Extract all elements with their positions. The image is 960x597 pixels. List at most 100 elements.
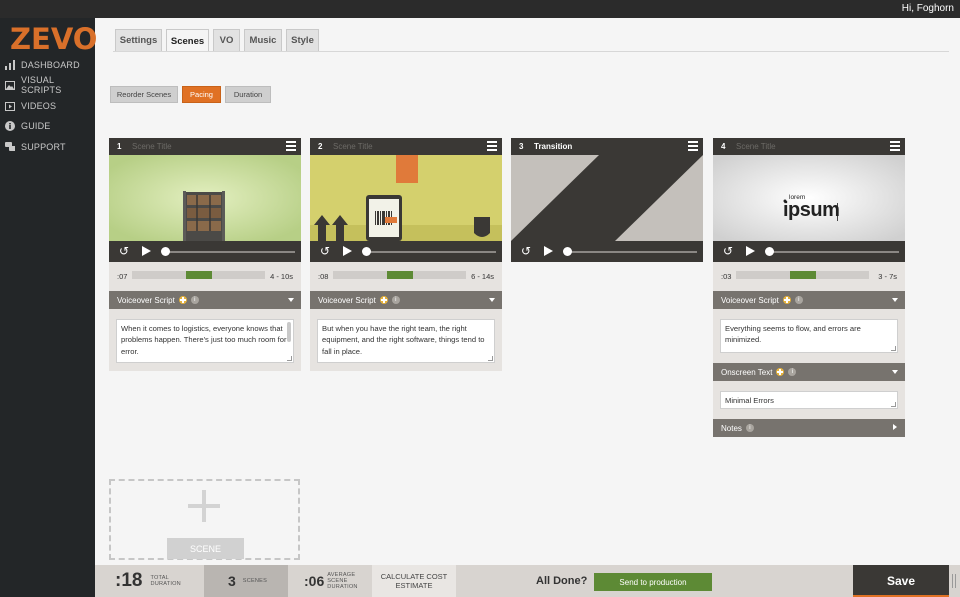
scene-time: :03 (721, 272, 732, 281)
voiceover-script-header[interactable]: Voiceover Script i (310, 291, 502, 309)
pacing-button[interactable]: Pacing (182, 86, 221, 103)
sidebar-item-dashboard[interactable]: DASHBOARD (5, 57, 80, 73)
resize-handle-icon[interactable] (891, 402, 896, 407)
scene-thumbnail[interactable] (511, 155, 703, 241)
hamburger-menu-icon[interactable] (487, 141, 497, 151)
sidebar-item-label: GUIDE (21, 121, 51, 131)
add-scene-button[interactable]: SCENE (167, 538, 244, 559)
scene-thumbnail[interactable] (310, 155, 502, 241)
play-icon[interactable] (142, 246, 151, 256)
scrub-track[interactable] (566, 251, 697, 253)
info-icon[interactable]: i (190, 296, 199, 304)
pacing-row: :07 4 - 10s (109, 262, 301, 291)
scrub-knob[interactable] (563, 247, 572, 256)
hamburger-menu-icon[interactable] (688, 141, 698, 151)
pacing-slider-fill[interactable] (790, 271, 816, 279)
pacing-row: :08 6 - 14s (310, 262, 502, 291)
scrub-track[interactable] (365, 251, 496, 253)
scene-duration-range: 4 - 10s (270, 272, 293, 281)
scrub-knob[interactable] (362, 247, 371, 256)
play-icon[interactable] (746, 246, 755, 256)
scrollbar[interactable] (287, 322, 291, 342)
scrub-knob[interactable] (765, 247, 774, 256)
pacing-slider[interactable] (132, 271, 265, 279)
chevron-right-icon[interactable] (893, 424, 897, 430)
play-icon[interactable] (343, 246, 352, 256)
voiceover-script-textarea[interactable]: But when you have the right team, the ri… (317, 319, 495, 363)
sidebar-item-label: SUPPORT (21, 142, 66, 152)
add-scene-plus-icon[interactable] (188, 490, 220, 522)
warehouse-shelf-illustration (109, 155, 301, 241)
tab-settings[interactable]: Settings (115, 29, 162, 51)
play-icon[interactable] (544, 246, 553, 256)
onscreen-text-value: Minimal Errors (725, 396, 774, 405)
scene-number: 4 (721, 142, 726, 151)
info-icon[interactable]: i (745, 424, 754, 432)
scrub-track[interactable] (164, 251, 295, 253)
onscreen-text-header[interactable]: Onscreen Text i (713, 363, 905, 381)
add-icon[interactable] (782, 296, 791, 304)
chevron-down-icon[interactable] (892, 370, 898, 374)
duration-button[interactable]: Duration (225, 86, 271, 103)
average-duration-value: :06 (304, 573, 325, 589)
onscreen-text-label: Onscreen Text (721, 367, 773, 377)
voiceover-script-header[interactable]: Voiceover Script i (109, 291, 301, 309)
resize-grip-icon[interactable] (952, 574, 956, 588)
reorder-scenes-button[interactable]: Reorder Scenes (110, 86, 178, 103)
voiceover-script-textarea[interactable]: When it comes to logistics, everyone kno… (116, 319, 294, 363)
chevron-down-icon[interactable] (288, 298, 294, 302)
pacing-slider-fill[interactable] (186, 271, 212, 279)
voiceover-script-header[interactable]: Voiceover Script i (713, 291, 905, 309)
pacing-slider[interactable] (333, 271, 466, 279)
save-button[interactable]: Save (853, 565, 949, 597)
tab-vo[interactable]: VO (213, 29, 240, 51)
replay-icon[interactable]: ↺ (320, 245, 330, 257)
user-greeting[interactable]: Hi, Foghorn (902, 3, 954, 14)
chat-icon (5, 142, 15, 152)
chevron-down-icon[interactable] (892, 298, 898, 302)
scrub-track[interactable] (768, 251, 899, 253)
scene-title-input[interactable]: Scene Title (333, 142, 373, 151)
add-icon[interactable] (379, 296, 388, 304)
zevo-logo[interactable]: ZEVO (10, 22, 97, 56)
info-icon[interactable]: i (794, 296, 803, 304)
info-icon[interactable]: i (788, 368, 797, 376)
tab-scenes[interactable]: Scenes (166, 29, 209, 52)
scene-thumbnail[interactable]: lorem ipsum (713, 155, 905, 241)
notes-header[interactable]: Notes i (713, 419, 905, 437)
add-icon[interactable] (178, 296, 187, 304)
info-icon[interactable]: i (391, 296, 400, 304)
replay-icon[interactable]: ↺ (521, 245, 531, 257)
add-icon[interactable] (776, 368, 785, 376)
send-to-production-button[interactable]: Send to production (594, 573, 712, 591)
replay-icon[interactable]: ↺ (723, 245, 733, 257)
sidebar-item-guide[interactable]: GUIDE (5, 118, 51, 134)
scene-title-input[interactable]: Scene Title (736, 142, 776, 151)
transition-wipe-illustration (511, 155, 703, 241)
tab-music[interactable]: Music (244, 29, 282, 51)
pacing-slider[interactable] (736, 271, 869, 279)
video-icon (5, 101, 15, 111)
calculate-cost-estimate-button[interactable]: CALCULATE COST ESTIMATE (372, 565, 456, 597)
scene-time: :08 (318, 272, 329, 281)
tab-style[interactable]: Style (286, 29, 319, 51)
scene-thumbnail[interactable] (109, 155, 301, 241)
scene-title[interactable]: Transition (534, 142, 572, 151)
sidebar-item-visual-scripts[interactable]: VISUAL SCRIPTS (5, 75, 95, 95)
replay-icon[interactable]: ↺ (119, 245, 129, 257)
resize-handle-icon[interactable] (891, 346, 896, 351)
voiceover-script-textarea[interactable]: Everything seems to flow, and errors are… (720, 319, 898, 353)
sidebar-item-support[interactable]: SUPPORT (5, 139, 66, 155)
scene-card-1: 1 Scene Title ↺ :07 4 - 10s Voiceover Sc… (109, 138, 301, 371)
pacing-slider-fill[interactable] (387, 271, 413, 279)
thumb-big-text: ipsum (783, 199, 840, 221)
resize-handle-icon[interactable] (488, 356, 493, 361)
resize-handle-icon[interactable] (287, 356, 292, 361)
onscreen-text-input[interactable]: Minimal Errors (720, 391, 898, 409)
chevron-down-icon[interactable] (489, 298, 495, 302)
hamburger-menu-icon[interactable] (890, 141, 900, 151)
scrub-knob[interactable] (161, 247, 170, 256)
scene-title-input[interactable]: Scene Title (132, 142, 172, 151)
sidebar-item-videos[interactable]: VIDEOS (5, 98, 56, 114)
hamburger-menu-icon[interactable] (286, 141, 296, 151)
